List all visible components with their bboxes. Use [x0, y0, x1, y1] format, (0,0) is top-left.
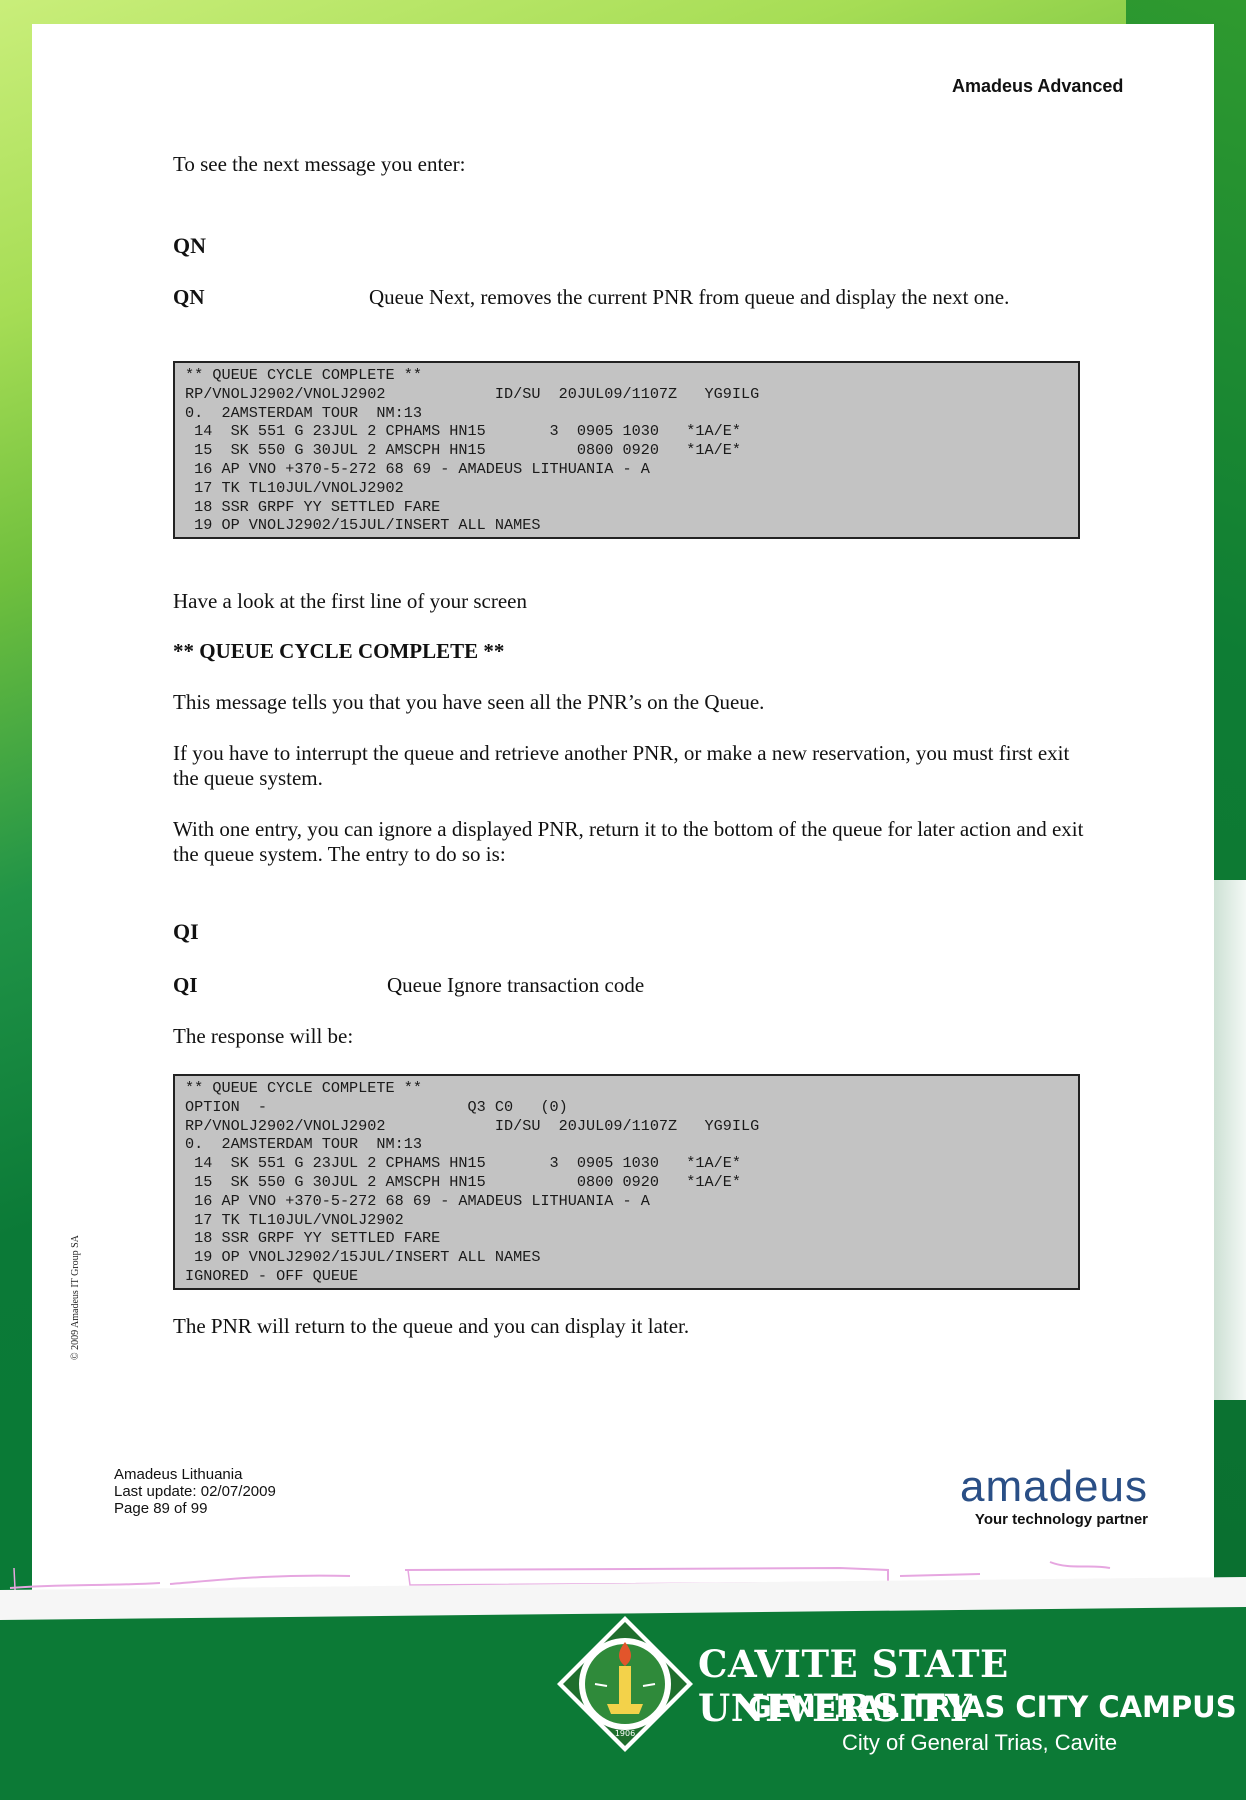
university-seal-icon: 1906	[557, 1616, 693, 1752]
qn-definition: Queue Next, removes the current PNR from…	[369, 285, 1010, 309]
ignore-text: With one entry, you can ignore a display…	[173, 817, 1084, 866]
queue-cycle-complete-heading: ** QUEUE CYCLE COMPLETE **	[173, 639, 505, 663]
terminal-line: 17 TK TL10JUL/VNOLJ2902	[185, 478, 404, 497]
amadeus-logo: amadeus Your technology partner	[918, 1462, 1148, 1529]
terminal-line: RP/VNOLJ2902/VNOLJ2902 ID/SU 20JUL09/110…	[185, 384, 760, 403]
terminal-line: IGNORED - OFF QUEUE	[185, 1266, 359, 1285]
qn-code: QN	[173, 285, 205, 309]
terminal-line: OPTION - Q3 C0 (0)	[185, 1097, 568, 1116]
response-text: The response will be:	[173, 1024, 354, 1048]
terminal-line: 0. 2AMSTERDAM TOUR NM:13	[185, 403, 422, 422]
amadeus-logo-word: amadeus	[959, 1462, 1148, 1511]
qn-heading: QN	[173, 233, 206, 258]
page-header-title: Amadeus Advanced	[952, 76, 1124, 96]
intro-text: To see the next message you enter:	[173, 152, 466, 176]
terminal-line: 15 SK 550 G 30JUL 2 AMSCPH HN15 0800 092…	[185, 441, 741, 460]
terminal-line: 19 OP VNOLJ2902/15JUL/INSERT ALL NAMES	[185, 1248, 541, 1267]
campus-name: GENERAL TRIAS CITY CAMPUS	[748, 1690, 1237, 1724]
terminal-line: 14 SK 551 G 23JUL 2 CPHAMS HN15 3 0905 1…	[185, 422, 741, 441]
terminal-screen-qi: ** QUEUE CYCLE COMPLETE ** OPTION - Q3 C0…	[173, 1074, 1080, 1290]
terminal-line: 14 SK 551 G 23JUL 2 CPHAMS HN15 3 0905 1…	[185, 1154, 741, 1173]
terminal-line: 16 AP VNO +370-5-272 68 69 - AMADEUS LIT…	[185, 459, 650, 478]
qi-heading: QI	[173, 919, 199, 944]
terminal-screen-qn: ** QUEUE CYCLE COMPLETE ** RP/VNOLJ2902/V…	[173, 361, 1080, 540]
page-footer: Amadeus Lithuania Last update: 02/07/200…	[114, 1466, 276, 1517]
footer-page-number: Page 89 of 99	[114, 1500, 208, 1517]
copyright-notice: © 2009 Amadeus IT Group SA	[70, 1235, 81, 1360]
terminal-line: 18 SSR GRPF YY SETTLED FARE	[185, 497, 441, 516]
footer-last-update: Last update: 02/07/2009	[114, 1483, 276, 1500]
interrupt-text: If you have to interrupt the queue and r…	[173, 741, 1070, 790]
terminal-line: ** QUEUE CYCLE COMPLETE **	[185, 1079, 422, 1097]
final-text: The PNR will return to the queue and you…	[173, 1314, 690, 1338]
seal-year: 1906	[615, 1729, 635, 1738]
complete-explanation: This message tells you that you have see…	[173, 690, 765, 714]
terminal-line: 19 OP VNOLJ2902/15JUL/INSERT ALL NAMES	[185, 516, 541, 535]
terminal-line: 15 SK 550 G 30JUL 2 AMSCPH HN15 0800 092…	[185, 1172, 741, 1191]
document-page	[32, 24, 1214, 1604]
terminal-line: RP/VNOLJ2902/VNOLJ2902 ID/SU 20JUL09/110…	[185, 1116, 760, 1135]
terminal-line: 18 SSR GRPF YY SETTLED FARE	[185, 1229, 441, 1248]
look-line-text: Have a look at the first line of your sc…	[173, 589, 527, 613]
qi-definition: Queue Ignore transaction code	[387, 973, 645, 997]
terminal-line: 0. 2AMSTERDAM TOUR NM:13	[185, 1135, 422, 1154]
qi-code: QI	[173, 973, 198, 997]
campus-location: City of General Trias, Cavite	[842, 1730, 1118, 1755]
terminal-line: ** QUEUE CYCLE COMPLETE **	[185, 366, 422, 384]
terminal-line: 17 TK TL10JUL/VNOLJ2902	[185, 1210, 404, 1229]
terminal-line: 16 AP VNO +370-5-272 68 69 - AMADEUS LIT…	[185, 1191, 650, 1210]
amadeus-logo-tagline: Your technology partner	[974, 1511, 1148, 1528]
footer-company: Amadeus Lithuania	[114, 1466, 243, 1483]
